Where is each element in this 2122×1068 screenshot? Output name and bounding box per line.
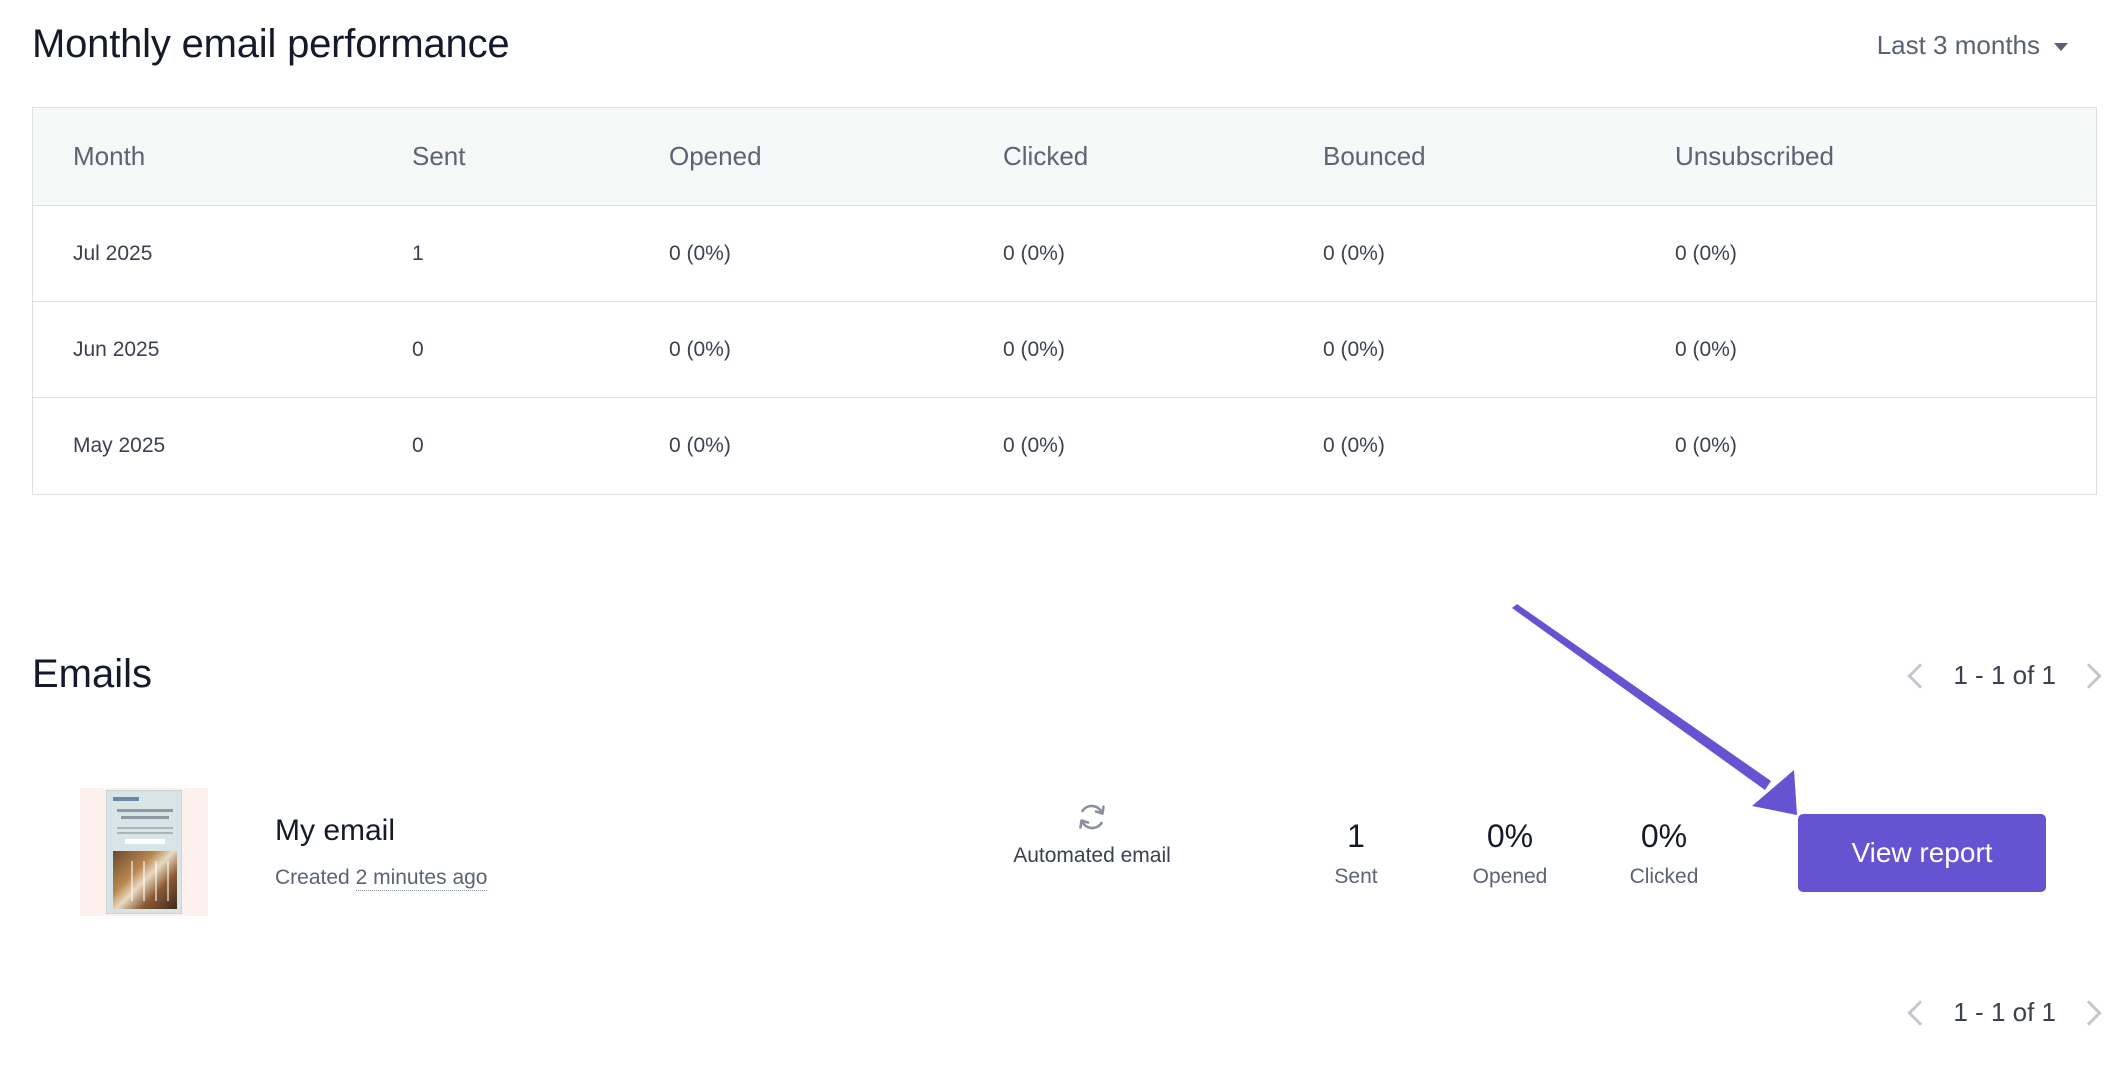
date-range-dropdown[interactable]: Last 3 months [1877,30,2068,61]
chevron-left-icon[interactable] [1907,662,1934,689]
cell-unsubscribed: 0 (0%) [1675,434,1737,457]
stat-sent: 1 Sent [1296,818,1416,889]
created-time: 2 minutes ago [355,866,488,891]
preview-text-line [117,827,173,829]
column-header-opened: Opened [669,141,762,171]
cell-opened: 0 (0%) [669,241,731,265]
preview-text-line [117,832,173,834]
cell-bounced: 0 (0%) [1323,241,1385,265]
preview-photo-detail [121,861,169,901]
created-prefix: Created [275,866,350,889]
table-row: Jul 2025 1 0 (0%) 0 (0%) 0 (0%) 0 (0%) [33,206,2096,302]
cell-month: Jul 2025 [73,241,153,265]
cell-opened: 0 (0%) [669,337,731,361]
cell-sent: 1 [412,241,424,265]
chevron-right-icon[interactable] [2076,999,2102,1026]
date-range-label: Last 3 months [1876,30,2040,60]
pagination-top: 1 - 1 of 1 [1905,660,2104,691]
cell-clicked: 0 (0%) [1003,337,1065,361]
email-name[interactable]: My email [275,814,395,848]
column-header-unsubscribed: Unsubscribed [1675,141,1834,171]
pagination-label: 1 - 1 of 1 [1953,660,2056,690]
stat-clicked-label: Clicked [1629,865,1699,888]
column-header-month: Month [73,141,146,171]
column-header-bounced: Bounced [1323,141,1426,171]
email-thumbnail[interactable] [80,788,208,916]
performance-title: Monthly email performance [32,22,510,66]
preview-text-line [121,816,169,819]
chevron-left-icon[interactable] [1907,999,1934,1026]
table-row: Jun 2025 0 0 (0%) 0 (0%) 0 (0%) 0 (0%) [33,302,2096,398]
stat-sent-value: 1 [1347,818,1365,854]
refresh-icon [1079,804,1105,830]
email-type-label: Automated email [1013,844,1171,867]
column-header-sent: Sent [412,141,466,171]
stat-sent-label: Sent [1334,865,1378,888]
cell-unsubscribed: 0 (0%) [1675,337,1737,361]
view-report-button[interactable]: View report [1798,814,2046,892]
stat-clicked: 0% Clicked [1604,818,1724,889]
email-type: Automated email [992,800,1192,868]
cell-bounced: 0 (0%) [1323,434,1385,457]
cell-month: May 2025 [73,434,166,457]
emails-title: Emails [32,652,153,696]
cell-clicked: 0 (0%) [1003,241,1065,265]
cell-unsubscribed: 0 (0%) [1675,241,1737,265]
table-header-row: Month Sent Opened Clicked Bounced Unsubs… [33,108,2096,206]
performance-table: Month Sent Opened Clicked Bounced Unsubs… [32,107,2097,495]
column-header-clicked: Clicked [1003,141,1089,171]
cell-month: Jun 2025 [73,337,160,361]
email-list-item: My email Created 2 minutes ago Automated… [32,770,2097,930]
stat-opened-label: Opened [1472,865,1548,888]
caret-down-icon [2054,42,2068,51]
cell-sent: 0 [412,434,424,457]
email-created: Created 2 minutes ago [275,866,488,891]
cell-opened: 0 (0%) [669,434,731,457]
stat-opened-value: 0% [1486,818,1534,854]
preview-text-line [117,809,173,812]
stat-opened: 0% Opened [1450,818,1570,889]
pagination-label: 1 - 1 of 1 [1953,997,2056,1027]
stat-clicked-value: 0% [1640,818,1688,854]
cell-sent: 0 [412,337,424,361]
email-preview-card [106,790,182,914]
preview-button [125,839,165,844]
cell-bounced: 0 (0%) [1323,337,1385,361]
preview-logo [113,797,139,801]
table-row: May 2025 0 0 (0%) 0 (0%) 0 (0%) 0 (0%) [33,398,2096,494]
pagination-bottom: 1 - 1 of 1 [1905,997,2104,1028]
chevron-right-icon[interactable] [2076,662,2102,689]
cell-clicked: 0 (0%) [1003,434,1065,457]
